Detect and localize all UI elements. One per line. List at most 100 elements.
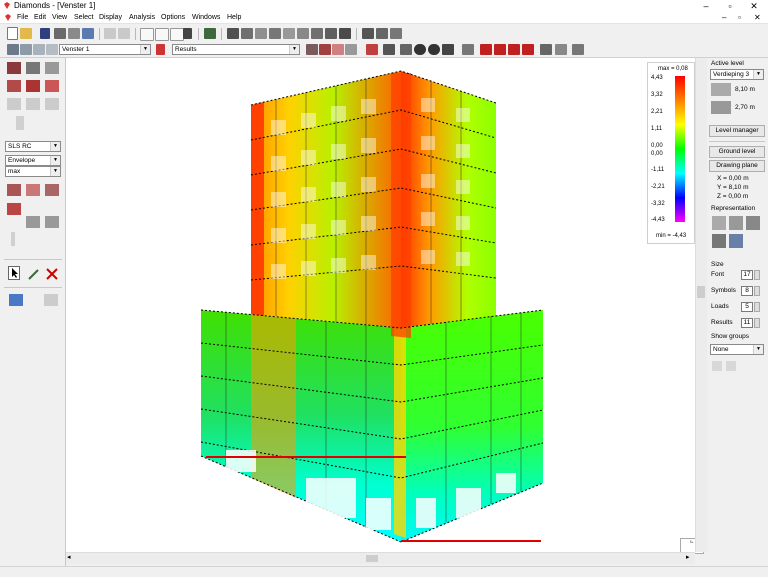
results-size-input[interactable]: 11 [741, 318, 753, 328]
menu-file[interactable]: File [17, 14, 28, 21]
pan-icon[interactable] [400, 44, 412, 55]
new-file-icon[interactable] [7, 27, 18, 40]
render-view-icon[interactable] [729, 234, 743, 248]
beam-tool-icon[interactable] [7, 62, 21, 74]
column-tool-icon[interactable] [26, 62, 40, 74]
view-6-icon[interactable] [297, 28, 309, 39]
zoom-in-icon[interactable] [428, 44, 440, 55]
save-icon[interactable] [40, 28, 50, 39]
result-type-1-icon[interactable] [306, 44, 318, 55]
scroll-thumb[interactable] [697, 286, 705, 298]
open-folder-icon[interactable] [20, 28, 32, 39]
hinge-tool-icon[interactable] [26, 80, 40, 92]
combination-select[interactable]: SLS RC ▼ [5, 141, 61, 152]
layout-2-icon[interactable] [555, 44, 567, 55]
measure-icon[interactable] [462, 44, 474, 55]
solid-view-icon[interactable] [712, 234, 726, 248]
moment-diagram-icon[interactable] [26, 184, 40, 196]
symbols-spin-icon[interactable] [754, 286, 760, 296]
loads-size-input[interactable]: 5 [741, 302, 753, 312]
load-tool-icon[interactable] [45, 80, 59, 92]
pointer-icon[interactable] [8, 266, 20, 280]
level-manager-button[interactable]: Level manager [709, 125, 765, 137]
shaded-view-icon[interactable] [746, 216, 760, 230]
layout-3-icon[interactable] [572, 44, 584, 55]
view-1-icon[interactable] [227, 28, 239, 39]
font-spin-icon[interactable] [754, 270, 760, 280]
group-1-icon[interactable] [712, 361, 722, 371]
font-size-input[interactable]: 17 [741, 270, 753, 280]
print-preview-icon[interactable] [68, 28, 80, 39]
menu-help[interactable]: Help [227, 14, 241, 21]
menu-analysis[interactable]: Analysis [129, 14, 155, 21]
pencil-icon[interactable] [28, 268, 40, 280]
window-select[interactable]: Venster 1 ▼ [59, 44, 151, 55]
menu-select[interactable]: Select [74, 14, 93, 21]
model-canvas[interactable]: ⊾ [66, 58, 709, 554]
result-type-3-icon[interactable] [332, 44, 344, 55]
undo-icon[interactable] [104, 28, 116, 39]
view-4-icon[interactable] [269, 28, 281, 39]
export-icon[interactable] [82, 28, 94, 39]
view-8-icon[interactable] [325, 28, 337, 39]
doc-close-button[interactable]: ✕ [754, 13, 761, 22]
zoom-out-icon[interactable] [414, 44, 426, 55]
utilization-icon[interactable] [45, 216, 59, 228]
small-line-icon[interactable] [11, 232, 15, 246]
reaction-icon[interactable] [7, 203, 21, 215]
envelope-select[interactable]: Envelope ▼ [5, 155, 61, 166]
show-groups-select[interactable]: None ▼ [710, 344, 764, 355]
window-3-icon[interactable] [33, 44, 45, 55]
spring-tool-icon[interactable] [16, 116, 24, 130]
section-tool-icon[interactable] [7, 98, 21, 110]
align-right-icon[interactable] [390, 28, 402, 39]
scroll-thumb[interactable] [366, 555, 378, 562]
mesh-icon[interactable] [9, 294, 23, 306]
shear-diagram-icon[interactable] [45, 184, 59, 196]
menu-edit[interactable]: Edit [34, 14, 46, 21]
drawing-plane-button[interactable]: Drawing plane [709, 160, 765, 172]
render-4-icon[interactable] [522, 44, 534, 55]
view-2-icon[interactable] [241, 28, 253, 39]
menu-options[interactable]: Options [161, 14, 185, 21]
plate-view-icon[interactable] [44, 294, 58, 306]
results-info-icon[interactable] [156, 44, 165, 55]
grid-2-icon[interactable] [155, 28, 169, 41]
grid-1-icon[interactable] [140, 28, 154, 41]
plate-tool-icon[interactable] [45, 62, 59, 74]
align-center-icon[interactable] [376, 28, 388, 39]
doc-restore-button[interactable]: ▫ [738, 13, 741, 22]
menu-windows[interactable]: Windows [192, 14, 220, 21]
layout-1-icon[interactable] [540, 44, 552, 55]
ground-level-button[interactable]: Ground level [709, 146, 765, 158]
render-2-icon[interactable] [494, 44, 506, 55]
render-1-icon[interactable] [480, 44, 492, 55]
active-level-select[interactable]: Verdieping 3 ▼ [710, 69, 764, 80]
result-type-5-icon[interactable] [366, 44, 378, 55]
material-tool-icon[interactable] [26, 98, 40, 110]
result-type-4-icon[interactable] [345, 44, 357, 55]
view-7-icon[interactable] [311, 28, 323, 39]
deformation-icon[interactable] [7, 184, 21, 196]
scroll-right-icon[interactable]: ▸ [686, 553, 690, 561]
menu-view[interactable]: View [52, 14, 67, 21]
extreme-select[interactable]: max ▼ [5, 166, 61, 177]
redo-icon[interactable] [118, 28, 130, 39]
delete-icon[interactable] [46, 268, 58, 280]
hidden-line-view-icon[interactable] [729, 216, 743, 230]
view-3-icon[interactable] [255, 28, 267, 39]
loads-spin-icon[interactable] [754, 302, 760, 312]
rotate-icon[interactable] [383, 44, 395, 55]
symbols-size-input[interactable]: 8 [741, 286, 753, 296]
maximize-button[interactable]: ▫ [720, 0, 740, 12]
close-button[interactable]: ✕ [744, 0, 764, 12]
zoom-extents-icon[interactable] [442, 44, 454, 55]
group-2-icon[interactable] [726, 361, 736, 371]
window-1-icon[interactable] [7, 44, 19, 55]
menu-display[interactable]: Display [99, 14, 122, 21]
doc-minimize-button[interactable]: – [722, 13, 726, 22]
scroll-left-icon[interactable]: ◂ [67, 553, 71, 561]
minimize-button[interactable]: – [696, 0, 716, 12]
window-4-icon[interactable] [46, 44, 58, 55]
view-9-icon[interactable] [339, 28, 351, 39]
